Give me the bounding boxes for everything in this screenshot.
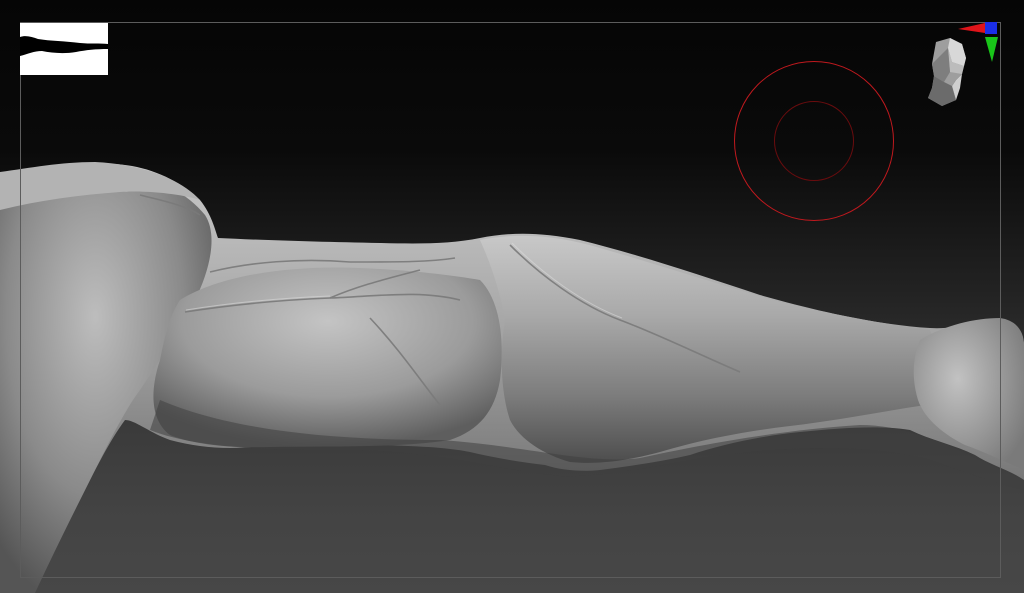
z-axis-box-icon [985,22,997,34]
axis-gizmo[interactable] [956,20,1002,66]
x-axis-arrow-icon [958,23,985,33]
canvas-viewport[interactable] [0,0,1024,593]
navigator-silhouette-icon [20,36,108,56]
navigator-thumbnail[interactable] [20,23,108,75]
y-axis-arrow-icon [985,37,998,62]
brush-cursor-inner [774,101,854,181]
